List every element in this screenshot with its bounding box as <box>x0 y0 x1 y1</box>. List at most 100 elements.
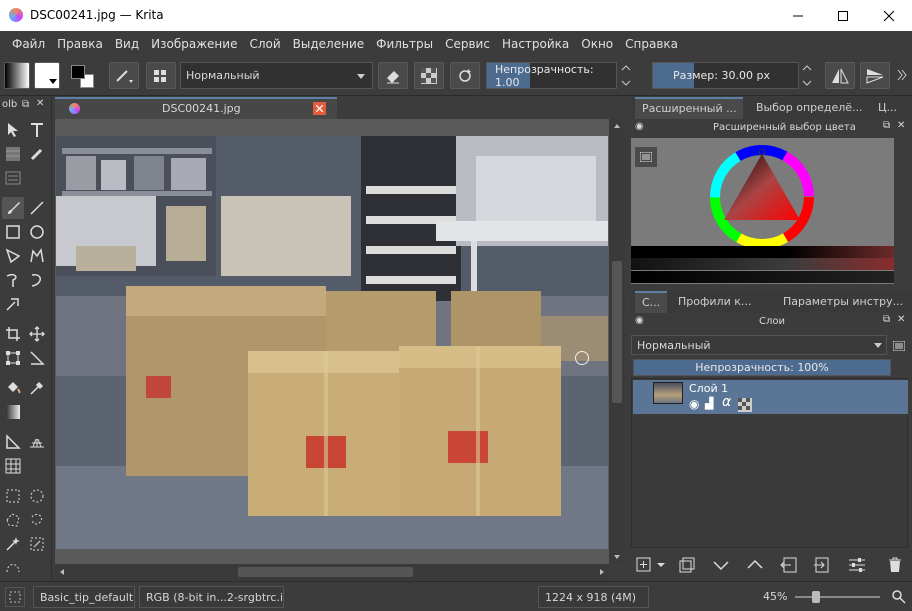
minimize-button[interactable] <box>775 0 821 31</box>
move-into-group-button[interactable] <box>813 555 833 575</box>
rectangle-selection-tool[interactable] <box>2 485 24 507</box>
menu-filter[interactable]: Фильтры <box>370 37 439 51</box>
float-docker-icon[interactable]: ⧉ <box>883 314 890 325</box>
line-tool[interactable] <box>26 197 48 219</box>
transform-tool[interactable] <box>2 347 24 369</box>
zoom-slider-handle[interactable] <box>812 591 820 603</box>
dynamic-brush-tool[interactable] <box>2 293 24 315</box>
color-selector-settings-button[interactable] <box>635 147 657 167</box>
menu-window[interactable]: Окно <box>575 37 619 51</box>
measure-tool[interactable] <box>26 347 48 369</box>
tab-layers[interactable]: С... <box>635 291 667 313</box>
menu-image[interactable]: Изображение <box>145 37 243 51</box>
lock-layer-icon[interactable]: ▟ <box>705 397 713 410</box>
add-layer-button[interactable] <box>635 555 669 575</box>
contiguous-selection-tool[interactable] <box>2 533 24 555</box>
alpha-lock-icon[interactable]: α <box>722 394 731 410</box>
select-shapes-tool[interactable] <box>2 119 24 141</box>
crop-tool[interactable] <box>2 323 24 345</box>
ellipse-selection-tool[interactable] <box>26 485 48 507</box>
maximize-button[interactable] <box>820 0 866 31</box>
float-docker-icon[interactable]: ⧉ <box>883 120 890 131</box>
color-history-bar[interactable] <box>631 246 894 258</box>
duplicate-layer-button[interactable] <box>677 555 697 575</box>
color-shade-bar[interactable] <box>631 258 894 270</box>
canvas-image[interactable] <box>56 136 608 549</box>
layer-properties-sliders-button[interactable] <box>847 555 867 575</box>
visibility-eye-icon[interactable]: ◉ <box>689 397 699 411</box>
grid-tool[interactable] <box>2 455 24 477</box>
reload-preset-button[interactable] <box>450 62 480 89</box>
layer-row[interactable]: Слой 1 ◉ ▟ α <box>633 380 908 414</box>
toolbar-overflow-button[interactable] <box>897 68 909 82</box>
menu-select[interactable]: Выделение <box>287 37 370 51</box>
gradient-edit-tool[interactable] <box>2 167 24 189</box>
brush-settings-button[interactable] <box>146 62 176 89</box>
bezier-selection-tool[interactable] <box>2 557 24 579</box>
pattern-selector[interactable] <box>34 62 60 89</box>
rectangle-tool[interactable] <box>2 221 24 243</box>
layer-blend-mode-select[interactable]: Нормальный <box>631 335 887 355</box>
color-picker-tool[interactable] <box>26 377 48 399</box>
polygon-tool[interactable] <box>2 245 24 267</box>
bezier-curve-tool[interactable] <box>2 269 24 291</box>
polyline-tool[interactable] <box>26 245 48 267</box>
delete-layer-button[interactable] <box>885 555 905 575</box>
freehand-brush-tool[interactable] <box>2 197 24 219</box>
brush-preset-button[interactable] <box>109 62 139 89</box>
fill-tool[interactable] <box>2 377 24 399</box>
close-docker-icon[interactable]: ✕ <box>897 120 905 131</box>
close-window-button[interactable] <box>866 0 912 31</box>
close-docker-icon[interactable]: ✕ <box>36 98 44 109</box>
layer-properties-button[interactable] <box>890 337 908 355</box>
size-stepper[interactable] <box>800 62 814 89</box>
text-tool[interactable] <box>26 119 48 141</box>
close-docker-icon[interactable]: ✕ <box>897 314 905 325</box>
layer-opacity-slider[interactable]: Непрозрачность: 100% <box>633 359 891 376</box>
edit-shapes-tool[interactable] <box>2 143 24 165</box>
zoom-slider[interactable] <box>795 591 880 603</box>
tab-color-3[interactable]: Ц... <box>871 97 911 119</box>
move-out-group-button[interactable] <box>779 555 799 575</box>
move-layer-down-button[interactable] <box>711 555 731 575</box>
menu-view[interactable]: Вид <box>109 37 145 51</box>
menu-tools[interactable]: Сервис <box>439 37 496 51</box>
blend-mode-select[interactable]: Нормальный <box>180 62 373 89</box>
tab-tool-options[interactable]: Параметры инстру... <box>776 291 908 313</box>
size-slider[interactable]: Размер: 30.00 px <box>652 62 799 89</box>
tab-advanced-color-selector[interactable]: Расширенный ... <box>635 97 743 119</box>
assistant-tool[interactable] <box>2 431 24 453</box>
ellipse-tool[interactable] <box>26 221 48 243</box>
float-docker-icon[interactable]: ⧉ <box>22 99 29 110</box>
mirror-horizontal-button[interactable] <box>825 62 855 89</box>
color-profile-status[interactable]: RGB (8-bit in...2-srgbtrc.icc <box>139 586 284 608</box>
vertical-scroll-thumb[interactable] <box>612 261 622 403</box>
gradient-tool[interactable] <box>2 401 24 423</box>
tab-color-profiles[interactable]: Профили к... <box>671 291 771 313</box>
tab-specific-color-selector[interactable]: Выбор определё... <box>749 97 864 119</box>
horizontal-scroll-thumb[interactable] <box>238 567 413 577</box>
brush-preset-status[interactable]: Basic_tip_default <box>33 586 135 608</box>
similar-selection-tool[interactable] <box>26 533 48 555</box>
preserve-alpha-button[interactable] <box>414 62 444 89</box>
menu-help[interactable]: Справка <box>619 37 684 51</box>
color-shade-bar-2[interactable] <box>631 271 894 283</box>
freehand-selection-tool[interactable] <box>26 509 48 531</box>
menu-edit[interactable]: Правка <box>51 37 109 51</box>
color-wheel[interactable] <box>707 142 817 252</box>
foreground-background-colors[interactable] <box>68 62 98 92</box>
close-tab-button[interactable] <box>313 102 326 115</box>
opacity-stepper[interactable] <box>619 62 633 89</box>
gradient-selector[interactable] <box>4 62 30 89</box>
lock-docker-icon[interactable]: ◉ <box>635 121 644 132</box>
vertical-scrollbar[interactable] <box>609 119 625 564</box>
horizontal-scrollbar[interactable] <box>55 564 609 580</box>
zoom-fit-button[interactable] <box>892 590 906 604</box>
mirror-vertical-button[interactable] <box>860 62 890 89</box>
lock-docker-icon[interactable]: ◉ <box>635 315 644 326</box>
alpha-inherit-icon[interactable] <box>738 398 752 412</box>
menu-file[interactable]: Файл <box>6 37 51 51</box>
eraser-mode-button[interactable] <box>378 62 408 89</box>
move-tool[interactable] <box>26 323 48 345</box>
freehand-path-tool[interactable] <box>26 269 48 291</box>
